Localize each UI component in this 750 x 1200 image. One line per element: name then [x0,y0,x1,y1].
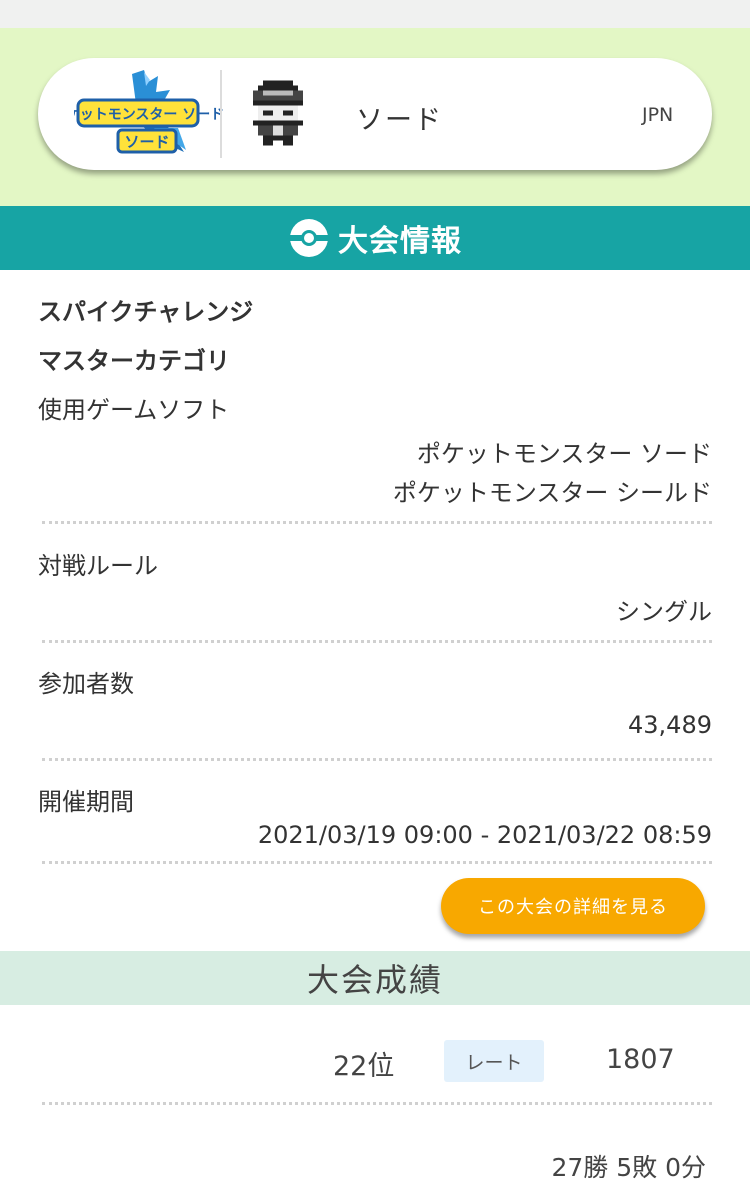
divider [42,1102,712,1105]
software-value-1: ポケットモンスター ソード [416,440,712,468]
section-title: 大会情報 [338,224,462,259]
results-title: 大会成績 [306,961,443,999]
player-name: ソード [356,105,443,136]
top-status-strip [0,0,750,28]
rate-badge: レート [444,1040,544,1082]
participants-label: 参加者数 [38,670,134,698]
tournament-details-button[interactable]: この大会の詳細を見る [441,878,705,934]
logo-text: ポケットモンスター ソード [74,106,224,123]
tournament-info-header: 大会情報 [0,206,750,270]
period-value: 2021/03/19 09:00 - 2021/03/22 08:59 [257,821,712,849]
participants-value: 43,489 [628,711,712,739]
rank-value: 22位 [333,1051,395,1082]
divider [42,640,712,643]
software-value-2: ポケットモンスター シールド [392,479,712,507]
tournament-name: スパイクチャレンジ [38,298,254,326]
sword-logo-icon: ポケットモンスター ソード ソード [52,70,224,154]
tournament-category: マスターカテゴリ [38,347,230,375]
trainer-avatar [248,80,308,146]
divider [42,521,712,524]
period-label: 開催期間 [38,788,134,816]
rule-value: シングル [616,598,712,626]
player-region: JPN [642,104,674,126]
trainer-sprite-icon [253,80,303,146]
pokeball-icon [290,219,328,257]
software-label: 使用ゲームソフト [38,396,230,424]
game-logo: ポケットモンスター ソード ソード [52,68,224,160]
win-loss-record: 27勝 5敗 0分 [551,1153,706,1182]
rate-value: 1807 [606,1044,675,1075]
results-header: 大会成績 [0,951,750,1005]
rule-label: 対戦ルール [38,552,158,580]
card-divider [220,70,222,158]
divider [42,861,712,864]
svg-text:ソード: ソード [124,133,169,151]
divider [42,758,712,761]
profile-header: ポケットモンスター ソード ソード [0,28,750,206]
profile-card: ポケットモンスター ソード ソード [38,58,712,170]
